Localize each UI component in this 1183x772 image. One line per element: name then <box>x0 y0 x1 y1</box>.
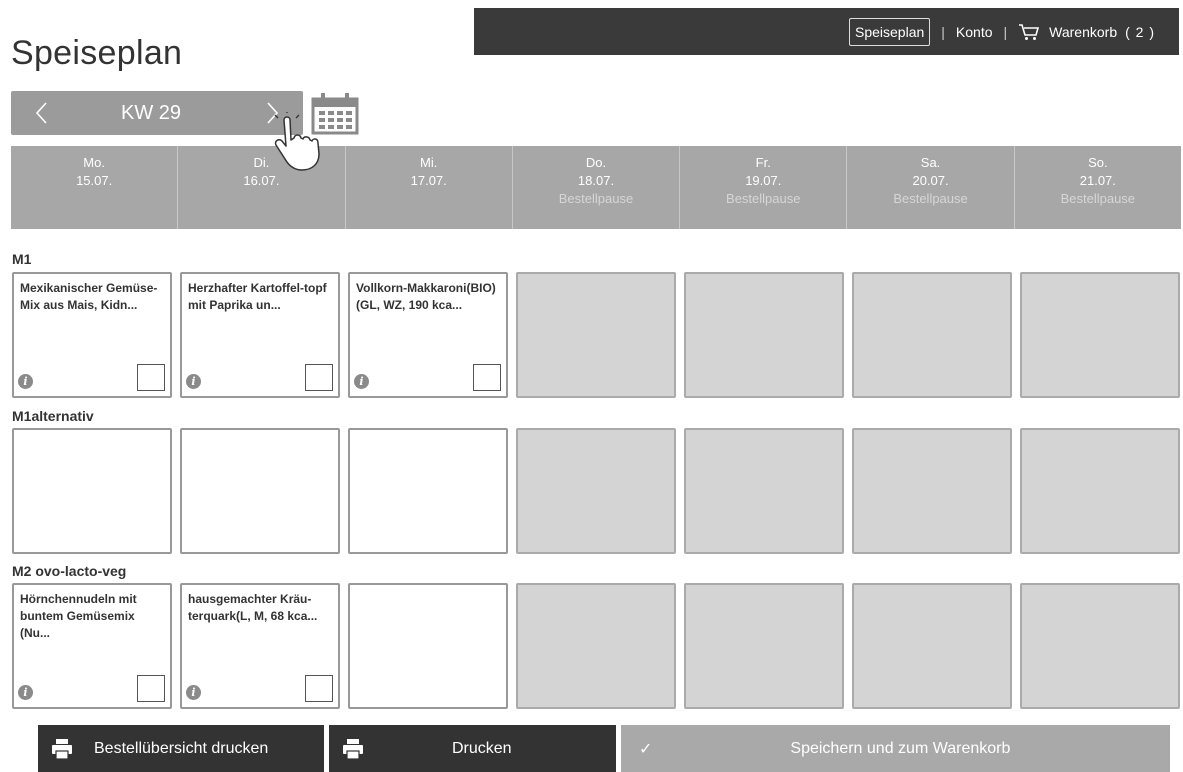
day-column: Mo. 15.07. <box>11 146 179 229</box>
cart-icon <box>1019 23 1040 40</box>
dish-name: Herzhafter Kartoffel-topf mit Paprika un… <box>188 281 327 312</box>
meal-cell-disabled <box>852 428 1012 554</box>
day-date: 20.07. <box>912 173 949 188</box>
save-to-cart-label: Speichern und zum Warenkorb <box>790 739 1011 757</box>
day-name: Sa. <box>920 155 941 170</box>
dish-name: Hörnchennudeln mit buntem Gemüsemix (Nu.… <box>20 592 137 640</box>
day-date: 15.07. <box>76 173 113 188</box>
day-status: Bestellpause <box>1060 191 1136 206</box>
nav-separator: | <box>1003 23 1008 40</box>
print-overview-label: Bestellübersicht drucken <box>94 739 269 757</box>
dish-name: hausgemachter Kräu-terquark(L, M, 68 kca… <box>188 592 318 623</box>
meal-label-m2: M2 ovo-lacto-veg <box>12 563 127 579</box>
order-checkbox[interactable] <box>137 364 165 391</box>
day-column: So. 21.07. Bestellpause <box>1015 146 1181 229</box>
day-column: Fr. 19.07. Bestellpause <box>680 146 848 229</box>
day-name: Mo. <box>83 155 105 170</box>
meal-cell-disabled <box>516 272 676 398</box>
day-date: 19.07. <box>745 173 782 188</box>
pointer-hand-icon <box>274 112 320 171</box>
day-status: Bestellpause <box>558 191 634 206</box>
nav-cart-link[interactable]: Warenkorb ( 2 ) <box>1018 23 1155 41</box>
day-status: Bestellpause <box>893 191 968 206</box>
day-name: Fr. <box>755 155 771 170</box>
meal-label-m1: M1 <box>12 251 32 267</box>
printer-icon <box>52 738 72 760</box>
info-icon[interactable]: i <box>186 685 201 700</box>
info-icon[interactable]: i <box>186 374 201 389</box>
cart-count-badge: ( 2 ) <box>1125 23 1155 40</box>
nav-speiseplan-link[interactable]: Speiseplan <box>849 17 931 46</box>
meal-cell <box>12 428 172 554</box>
day-date: 16.07. <box>243 173 280 188</box>
info-icon[interactable]: i <box>18 374 33 389</box>
day-column: Sa. 20.07. Bestellpause <box>847 146 1015 229</box>
meal-cell-disabled <box>684 272 844 398</box>
printer-icon <box>343 738 363 760</box>
meal-cell <box>348 428 508 554</box>
week-selector: KW 29 <box>11 91 303 135</box>
dish-name: Mexikanischer Gemüse-Mix aus Mais, Kidn.… <box>20 281 158 312</box>
day-column: Mi. 17.07. <box>346 146 513 229</box>
week-label: KW 29 <box>121 101 182 124</box>
meal-cell[interactable]: Vollkorn-Makkaroni(BIO)(GL, WZ, 190 kca.… <box>348 272 508 398</box>
day-column: Do. 18.07. Bestellpause <box>513 146 681 229</box>
info-icon[interactable]: i <box>18 685 33 700</box>
meal-cell-disabled <box>852 583 1012 709</box>
nav-konto-link[interactable]: Konto <box>956 24 993 40</box>
day-header: Mo. 15.07. Di. 16.07. Mi. 17.07. Do. 18.07. B… <box>11 146 1181 229</box>
prev-week-button[interactable] <box>11 91 71 135</box>
checkmark-icon: ✓ <box>639 740 653 758</box>
meal-cell <box>180 428 340 554</box>
meal-cell-disabled <box>852 272 1012 398</box>
day-status: Bestellpause <box>726 191 801 206</box>
day-date: 18.07. <box>577 173 615 188</box>
meal-cell[interactable]: hausgemachter Kräu-terquark(L, M, 68 kca… <box>180 583 340 709</box>
order-checkbox[interactable] <box>473 364 501 391</box>
meal-cell-disabled <box>684 583 844 709</box>
meal-cell <box>348 583 508 709</box>
chevron-left-icon <box>35 102 47 124</box>
order-checkbox[interactable] <box>305 675 333 702</box>
print-button[interactable]: Drucken <box>329 725 616 772</box>
meal-cell-disabled <box>516 583 676 709</box>
order-checkbox[interactable] <box>137 675 165 702</box>
meal-cell-disabled <box>1020 428 1180 554</box>
dish-name: Vollkorn-Makkaroni(BIO)(GL, WZ, 190 kca.… <box>356 281 496 312</box>
day-name: Mi. <box>420 155 438 170</box>
meal-cell[interactable]: Hörnchennudeln mit buntem Gemüsemix (Nu.… <box>12 583 172 709</box>
top-nav: Speiseplan | Konto | Warenkorb ( 2 ) <box>474 8 1179 55</box>
meal-row-m2: Hörnchennudeln mit buntem Gemüsemix (Nu.… <box>12 583 1182 709</box>
print-overview-button[interactable]: Bestellübersicht drucken <box>38 725 324 772</box>
meal-cell[interactable]: Mexikanischer Gemüse-Mix aus Mais, Kidn.… <box>12 272 172 398</box>
meal-label-m1alternativ: M1alternativ <box>12 408 94 424</box>
print-label: Drucken <box>452 739 512 757</box>
page-title: Speiseplan <box>11 34 183 72</box>
day-name: Do. <box>585 155 607 170</box>
order-checkbox[interactable] <box>305 364 333 391</box>
day-date: 17.07. <box>410 173 447 188</box>
info-icon[interactable]: i <box>354 374 369 389</box>
meal-cell-disabled <box>1020 583 1180 709</box>
save-to-cart-button[interactable]: ✓ Speichern und zum Warenkorb <box>621 725 1170 772</box>
meal-cell-disabled <box>684 428 844 554</box>
nav-separator: | <box>941 23 945 40</box>
meal-row-m1: Mexikanischer Gemüse-Mix aus Mais, Kidn.… <box>12 272 1182 398</box>
meal-row-m1alternativ <box>12 428 1182 554</box>
day-name: So. <box>1088 155 1108 170</box>
meal-cell-disabled <box>1020 272 1180 398</box>
day-date: 21.07. <box>1079 173 1116 188</box>
cart-label: Warenkorb <box>1049 23 1118 40</box>
meal-cell-disabled <box>516 428 676 554</box>
meal-cell[interactable]: Herzhafter Kartoffel-topf mit Paprika un… <box>180 272 340 398</box>
